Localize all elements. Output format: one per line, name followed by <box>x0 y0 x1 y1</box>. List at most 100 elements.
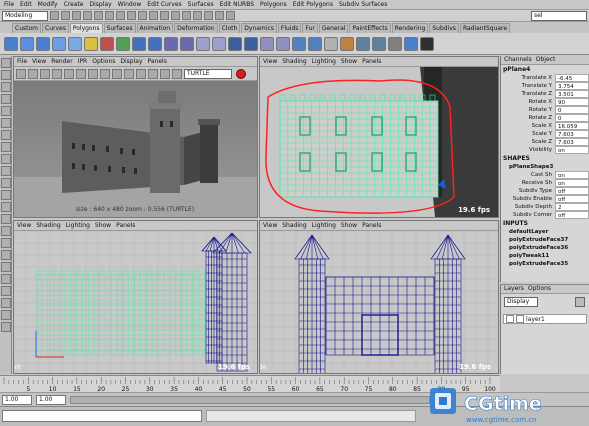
ipr-icon[interactable] <box>52 68 62 79</box>
poly-torus-icon[interactable] <box>84 36 98 51</box>
render-region-icon[interactable] <box>28 68 38 79</box>
input-node-item[interactable]: polyExtrudeFace36 <box>501 244 589 252</box>
layout-custom-5-icon[interactable] <box>1 298 11 308</box>
create-polygon-icon[interactable] <box>100 36 114 51</box>
render-menu-render[interactable]: Render <box>51 58 72 65</box>
channel-attr-value[interactable]: on <box>555 146 589 154</box>
mel-input[interactable] <box>2 410 202 422</box>
layout-outliner-icon[interactable] <box>1 214 11 224</box>
shelf-tab-fluids[interactable]: Fluids <box>277 23 302 33</box>
range-end-field[interactable]: 1.00 <box>36 395 66 405</box>
channel-attr-value[interactable]: -6.45 <box>555 74 589 82</box>
menu-subdiv-surfaces[interactable]: Subdiv Surfaces <box>339 1 387 8</box>
uv-editor-icon[interactable] <box>292 36 306 51</box>
layout-four-icon[interactable] <box>1 178 11 188</box>
layout-custom-7-icon[interactable] <box>1 322 11 332</box>
poly-plane-icon[interactable] <box>68 36 82 51</box>
channel-attr-value[interactable]: 0 <box>555 106 589 114</box>
custom-tool-3-icon[interactable] <box>420 36 434 51</box>
side-viewport[interactable]: View Shading Lighting Show Panels side 1… <box>259 220 499 374</box>
channel-attr-value[interactable]: 0 <box>555 114 589 122</box>
refresh-icon[interactable] <box>64 68 74 79</box>
channel-attr-row[interactable]: Rotate Y0 <box>501 106 589 114</box>
shelf-tab-cloth[interactable]: Cloth <box>218 23 241 33</box>
bevel-icon[interactable] <box>244 36 258 51</box>
mask-curves-icon[interactable] <box>138 11 147 20</box>
channel-attr-row[interactable]: Translate X -6.45 <box>501 74 589 82</box>
extrude-face-icon[interactable] <box>164 36 178 51</box>
layer-template-toggle[interactable] <box>516 315 524 323</box>
channel-attr-value[interactable]: 90 <box>555 98 589 106</box>
range-bar[interactable] <box>70 396 430 404</box>
persp-menu-panels[interactable]: Panels <box>362 58 381 65</box>
front-menu-panels[interactable]: Panels <box>116 222 135 229</box>
front-viewport[interactable]: View Shading Lighting Show Panels front … <box>13 220 258 374</box>
channel-attr-row[interactable]: Translate Y 3.754 <box>501 82 589 90</box>
poly-cone-icon[interactable] <box>52 36 66 51</box>
boolean-icon[interactable] <box>276 36 290 51</box>
open-scene-icon[interactable] <box>61 11 70 20</box>
layer-display-select[interactable]: Display <box>504 297 538 307</box>
menu-display[interactable]: Display <box>90 1 112 8</box>
frame-icon[interactable] <box>160 68 170 79</box>
channel-attr-row[interactable]: Translate Z 3.501 <box>501 90 589 98</box>
shelf-tab-radiantsquare[interactable]: RadiantSquare <box>459 23 511 33</box>
menu-edit-polygons[interactable]: Edit Polygons <box>293 1 333 8</box>
append-polygon-icon[interactable] <box>116 36 130 51</box>
channel-attr-value[interactable]: 16.059 <box>555 122 589 130</box>
shelf-tab-polygons[interactable]: Polygons <box>69 23 103 33</box>
mask-surfaces-icon[interactable] <box>149 11 158 20</box>
layout-custom-2-icon[interactable] <box>1 262 11 272</box>
mask-deformers-icon[interactable] <box>160 11 169 20</box>
channel-attr-value[interactable]: 3.754 <box>555 82 589 90</box>
extrude-edge-icon[interactable] <box>180 36 194 51</box>
side-menu-show[interactable]: Show <box>341 222 357 229</box>
shelf-tab-general[interactable]: General <box>318 23 349 33</box>
poly-sphere-icon[interactable] <box>4 36 18 51</box>
shape-name[interactable]: pPlaneShape3 <box>501 163 589 171</box>
new-scene-icon[interactable] <box>50 11 59 20</box>
shape-attr-value[interactable]: on <box>555 171 589 179</box>
channel-attr-row[interactable]: Rotate X 90 <box>501 98 589 106</box>
channel-attr-row[interactable]: Scale X 16.059 <box>501 122 589 130</box>
shape-attr-row[interactable]: Subdiv Depth 2 <box>501 203 589 211</box>
layout-single-icon[interactable] <box>1 166 11 176</box>
layout-custom-3-icon[interactable] <box>1 274 11 284</box>
layer-visibility-toggle[interactable] <box>506 315 514 323</box>
mode-select[interactable]: Modeling <box>2 10 48 21</box>
stop-render-icon[interactable] <box>148 68 158 79</box>
reduce-icon[interactable] <box>324 36 338 51</box>
select-object-icon[interactable] <box>94 11 103 20</box>
shape-attr-value[interactable]: off <box>555 211 589 219</box>
split-polygon-icon[interactable] <box>196 36 210 51</box>
alpha-channel-icon[interactable] <box>88 68 98 79</box>
custom-tool-2-icon[interactable] <box>404 36 418 51</box>
channel-attr-value[interactable]: 3.501 <box>555 90 589 98</box>
range-start-field[interactable]: 1.00 <box>2 395 32 405</box>
shelf-tab-rendering[interactable]: Rendering <box>391 23 429 33</box>
persp-scene[interactable]: 19.6 fps <box>260 67 498 217</box>
side-menu-view[interactable]: View <box>263 222 277 229</box>
separate-icon[interactable] <box>148 36 162 51</box>
persp-menu-shading[interactable]: Shading <box>282 58 306 65</box>
rgb-channels-icon[interactable] <box>76 68 86 79</box>
side-scene[interactable]: side 19.6 fps <box>260 230 498 373</box>
persp-viewport[interactable]: View Shading Lighting Show Panels 19.6 f… <box>259 56 499 218</box>
persp-menu-view[interactable]: View <box>263 58 277 65</box>
new-layer-icon[interactable] <box>575 297 585 307</box>
shelf-tab-surfaces[interactable]: Surfaces <box>103 23 136 33</box>
input-node-item[interactable]: polyTweak11 <box>501 252 589 260</box>
ipr-render-icon[interactable] <box>215 11 224 20</box>
layout-custom-4-icon[interactable] <box>1 286 11 296</box>
menu-polygons[interactable]: Polygons <box>260 1 287 8</box>
channel-attr-value[interactable]: 7.603 <box>555 130 589 138</box>
render-menu-file[interactable]: File <box>17 58 27 65</box>
persp-menu-lighting[interactable]: Lighting <box>312 58 336 65</box>
render-view-icon[interactable] <box>356 36 370 51</box>
planar-mapping-icon[interactable] <box>308 36 322 51</box>
channel-attr-row[interactable]: Scale Z 7.603 <box>501 138 589 146</box>
render-icon[interactable] <box>204 11 213 20</box>
menu-edit[interactable]: Edit <box>20 1 32 8</box>
merge-vertices-icon[interactable] <box>212 36 226 51</box>
select-hierarchy-icon[interactable] <box>83 11 92 20</box>
